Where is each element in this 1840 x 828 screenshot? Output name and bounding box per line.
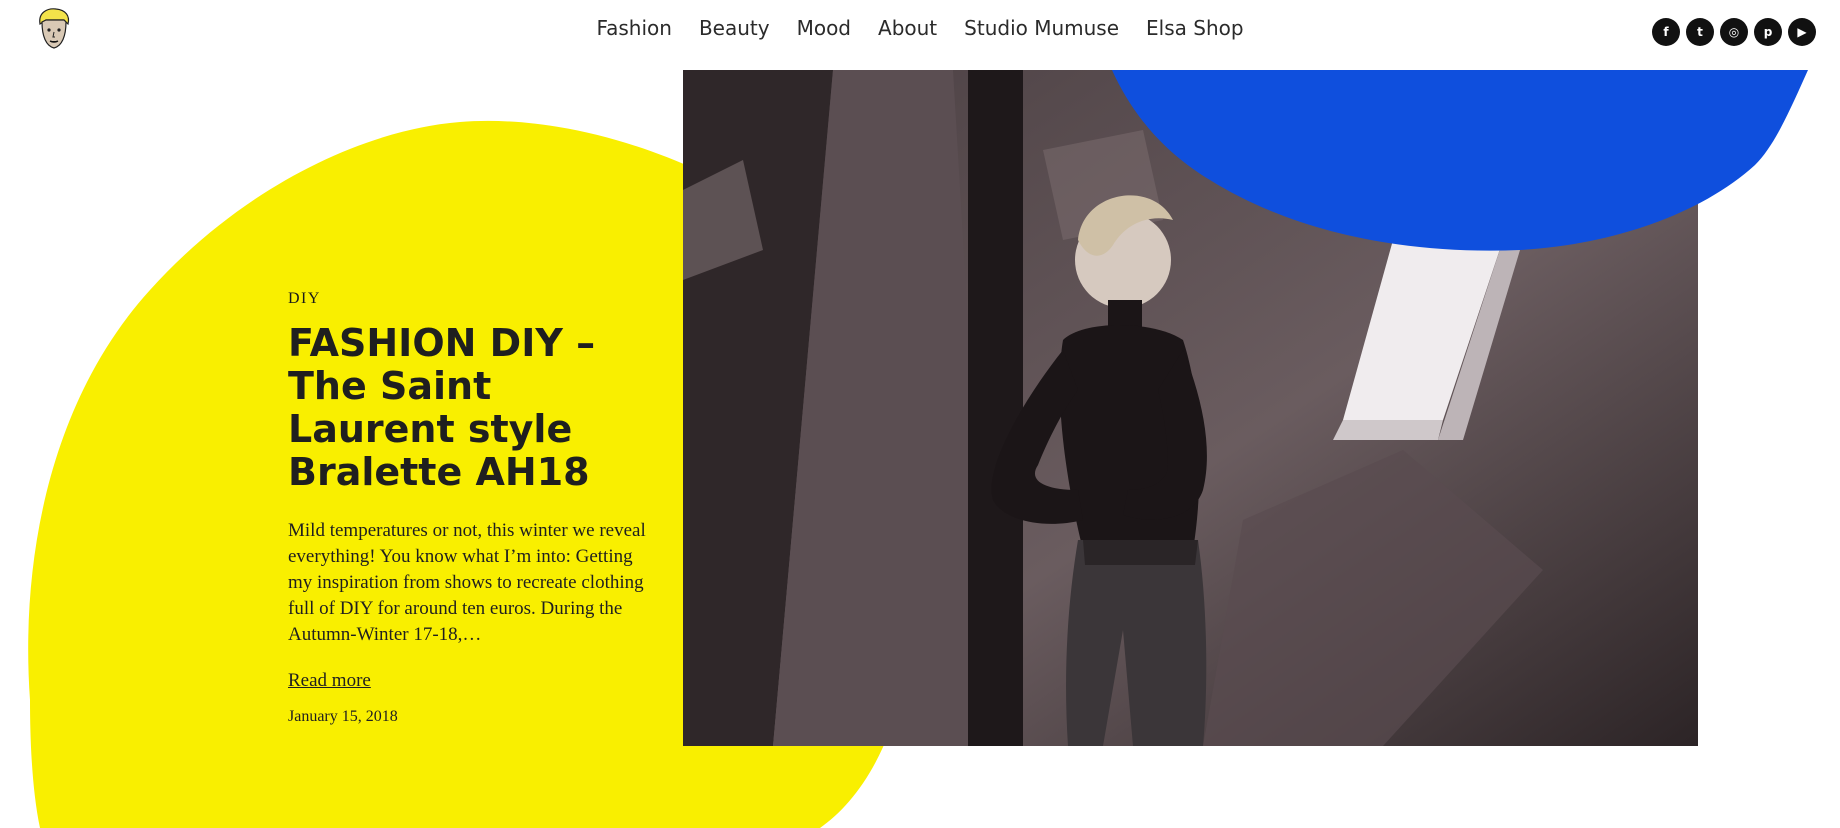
pinterest-icon[interactable]: p	[1754, 18, 1782, 46]
instagram-icon[interactable]: ◎	[1720, 18, 1748, 46]
site-header: Fashion Beauty Mood About Studio Mumuse …	[0, 0, 1840, 70]
main-nav: Fashion Beauty Mood About Studio Mumuse …	[0, 16, 1840, 40]
nav-item-about[interactable]: About	[878, 16, 937, 40]
nav-item-elsa-shop[interactable]: Elsa Shop	[1146, 16, 1244, 40]
post-excerpt: Mild temperatures or not, this winter we…	[288, 520, 646, 645]
post-date: January 15, 2018	[288, 708, 398, 725]
twitter-icon[interactable]: t	[1686, 18, 1714, 46]
post-category[interactable]: DIY	[288, 290, 658, 308]
nav-item-mood[interactable]: Mood	[797, 16, 851, 40]
hero-image[interactable]	[683, 70, 1698, 746]
post-summary: DIY FASHION DIY – The Saint Laurent styl…	[288, 290, 658, 726]
post-title[interactable]: FASHION DIY – The Saint Laurent style Br…	[288, 322, 658, 494]
social-links: f t ◎ p ▶	[1652, 18, 1816, 46]
nav-item-studio-mumuse[interactable]: Studio Mumuse	[964, 16, 1119, 40]
facebook-icon[interactable]: f	[1652, 18, 1680, 46]
nav-item-beauty[interactable]: Beauty	[699, 16, 770, 40]
read-more-link[interactable]: Read more	[288, 670, 371, 692]
youtube-icon[interactable]: ▶	[1788, 18, 1816, 46]
nav-item-fashion[interactable]: Fashion	[596, 16, 672, 40]
